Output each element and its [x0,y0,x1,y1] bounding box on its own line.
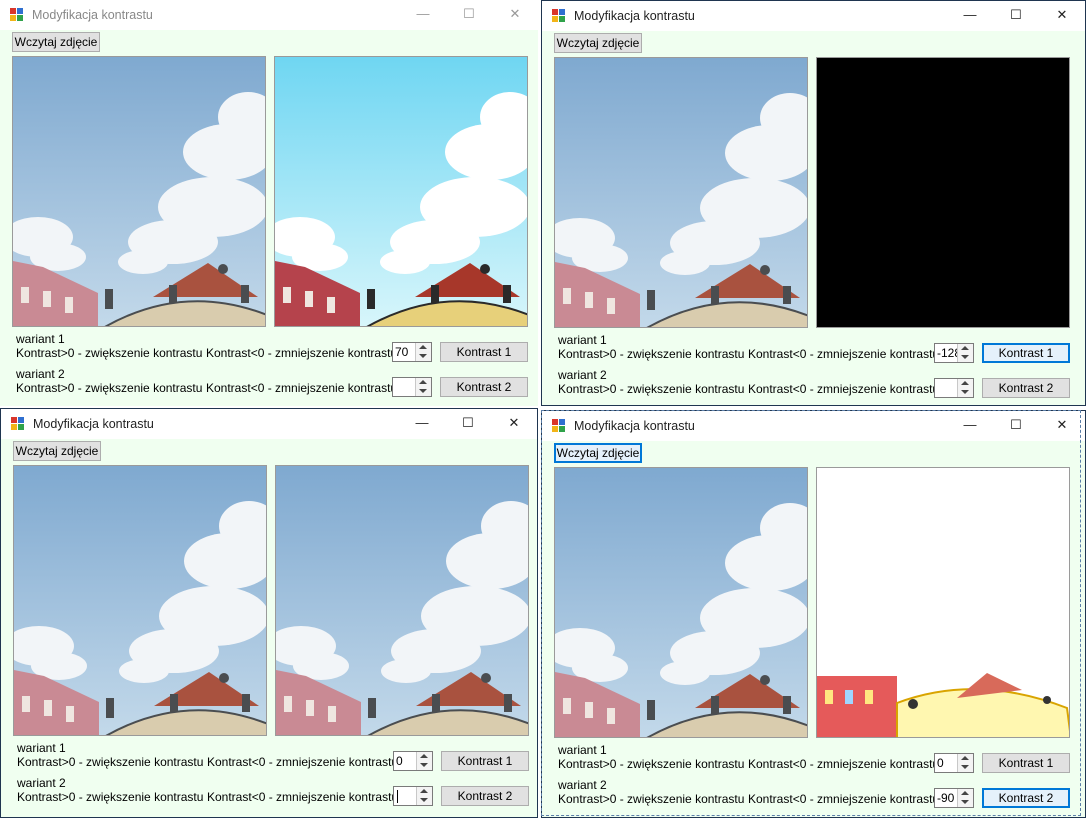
contrast-window-2: Modyfikacja kontrastu — ☐ ✕ Wczytaj zdjęcie w… [541,0,1086,406]
close-icon[interactable]: ✕ [492,0,538,30]
original-image [554,467,808,738]
title-bar[interactable]: Modyfikacja kontrastu — ☐ ✕ [0,0,538,30]
spinner-icon[interactable] [416,787,432,805]
close-icon[interactable]: ✕ [1039,1,1085,31]
variant-2-label: wariant 2 [16,367,65,381]
result-image [275,465,529,736]
contrast-1-button[interactable]: Kontrast 1 [982,343,1070,363]
variant-1-label: wariant 1 [16,332,65,346]
contrast-window-3: Modyfikacja kontrastu — ☐ ✕ Wczytaj zdjęcie w… [0,408,538,818]
decrease-contrast-label-2: Kontrast<0 - zmniejszenie kontrastu [206,381,398,395]
title-bar[interactable]: Modyfikacja kontrastu — ☐ ✕ [542,1,1085,31]
contrast-1-button[interactable]: Kontrast 1 [440,342,528,362]
contrast-2-button[interactable]: Kontrast 2 [982,788,1070,808]
decrease-contrast-label-2: Kontrast<0 - zmniejszenie kontrastu [748,382,940,396]
original-image [12,56,266,327]
decrease-contrast-label-2: Kontrast<0 - zmniejszenie kontrastu [207,790,399,804]
decrease-contrast-label-1: Kontrast<0 - zmniejszenie kontrastu [748,757,940,771]
app-icon [10,8,24,22]
minimize-icon[interactable]: — [947,411,993,441]
text-caret [397,790,398,803]
contrast-2-button[interactable]: Kontrast 2 [982,378,1070,398]
original-image [554,57,808,328]
spinner-icon[interactable] [957,379,973,397]
increase-contrast-label-2: Kontrast>0 - zwiększenie kontrastu [17,790,204,804]
contrast-2-input[interactable]: -90 [934,788,974,808]
contrast-1-button[interactable]: Kontrast 1 [441,751,529,771]
app-icon [552,9,566,23]
load-image-button[interactable]: Wczytaj zdjęcie [13,441,101,461]
decrease-contrast-label-1: Kontrast<0 - zmniejszenie kontrastu [207,755,399,769]
contrast-window-4: Modyfikacja kontrastu — ☐ ✕ Wczytaj zdjęcie w… [541,410,1086,818]
spinner-icon[interactable] [957,344,973,362]
contrast-2-input[interactable] [392,377,432,397]
variant-1-label: wariant 1 [17,741,66,755]
load-image-button[interactable]: Wczytaj zdjęcie [12,32,100,52]
spinner-icon[interactable] [415,378,431,396]
spinner-icon[interactable] [415,343,431,361]
decrease-contrast-label-1: Kontrast<0 - zmniejszenie kontrastu [748,347,940,361]
app-icon [11,417,25,431]
window-title: Modyfikacja kontrastu [574,9,695,23]
result-image [816,467,1070,738]
contrast-1-input[interactable]: -128 [934,343,974,363]
result-image [816,57,1070,328]
increase-contrast-label-1: Kontrast>0 - zwiększenie kontrastu [16,346,203,360]
minimize-icon[interactable]: — [400,0,446,30]
variant-1-label: wariant 1 [558,333,607,347]
maximize-icon[interactable]: ☐ [993,1,1039,31]
increase-contrast-label-1: Kontrast>0 - zwiększenie kontrastu [17,755,204,769]
maximize-icon[interactable]: ☐ [993,411,1039,441]
contrast-2-input[interactable] [934,378,974,398]
variant-2-label: wariant 2 [558,778,607,792]
original-image [13,465,267,736]
contrast-2-input[interactable] [393,786,433,806]
title-bar[interactable]: Modyfikacja kontrastu — ☐ ✕ [1,409,537,439]
window-title: Modyfikacja kontrastu [32,8,153,22]
variant-2-label: wariant 2 [558,368,607,382]
increase-contrast-label-2: Kontrast>0 - zwiększenie kontrastu [16,381,203,395]
spinner-icon[interactable] [957,789,973,807]
spinner-icon[interactable] [957,754,973,772]
increase-contrast-label-2: Kontrast>0 - zwiększenie kontrastu [558,792,745,806]
contrast-1-input[interactable]: 0 [393,751,433,771]
window-title: Modyfikacja kontrastu [33,417,154,431]
decrease-contrast-label-2: Kontrast<0 - zmniejszenie kontrastu [748,792,940,806]
contrast-window-1: Modyfikacja kontrastu — ☐ ✕ Wczytaj zdjęcie w… [0,0,538,406]
maximize-icon[interactable]: ☐ [446,0,492,30]
contrast-1-input[interactable]: 0 [934,753,974,773]
close-icon[interactable]: ✕ [1039,411,1085,441]
variant-1-label: wariant 1 [558,743,607,757]
decrease-contrast-label-1: Kontrast<0 - zmniejszenie kontrastu [206,346,398,360]
contrast-1-input[interactable]: 70 [392,342,432,362]
app-icon [552,419,566,433]
contrast-2-button[interactable]: Kontrast 2 [441,786,529,806]
spinner-icon[interactable] [416,752,432,770]
contrast-1-button[interactable]: Kontrast 1 [982,753,1070,773]
result-image [274,56,528,327]
increase-contrast-label-1: Kontrast>0 - zwiększenie kontrastu [558,757,745,771]
load-image-button[interactable]: Wczytaj zdjęcie [554,33,642,53]
close-icon[interactable]: ✕ [491,409,537,439]
maximize-icon[interactable]: ☐ [445,409,491,439]
variant-2-label: wariant 2 [17,776,66,790]
increase-contrast-label-2: Kontrast>0 - zwiększenie kontrastu [558,382,745,396]
load-image-button[interactable]: Wczytaj zdjęcie [554,443,642,463]
minimize-icon[interactable]: — [399,409,445,439]
increase-contrast-label-1: Kontrast>0 - zwiększenie kontrastu [558,347,745,361]
window-title: Modyfikacja kontrastu [574,419,695,433]
title-bar[interactable]: Modyfikacja kontrastu — ☐ ✕ [542,411,1085,441]
contrast-2-button[interactable]: Kontrast 2 [440,377,528,397]
minimize-icon[interactable]: — [947,1,993,31]
